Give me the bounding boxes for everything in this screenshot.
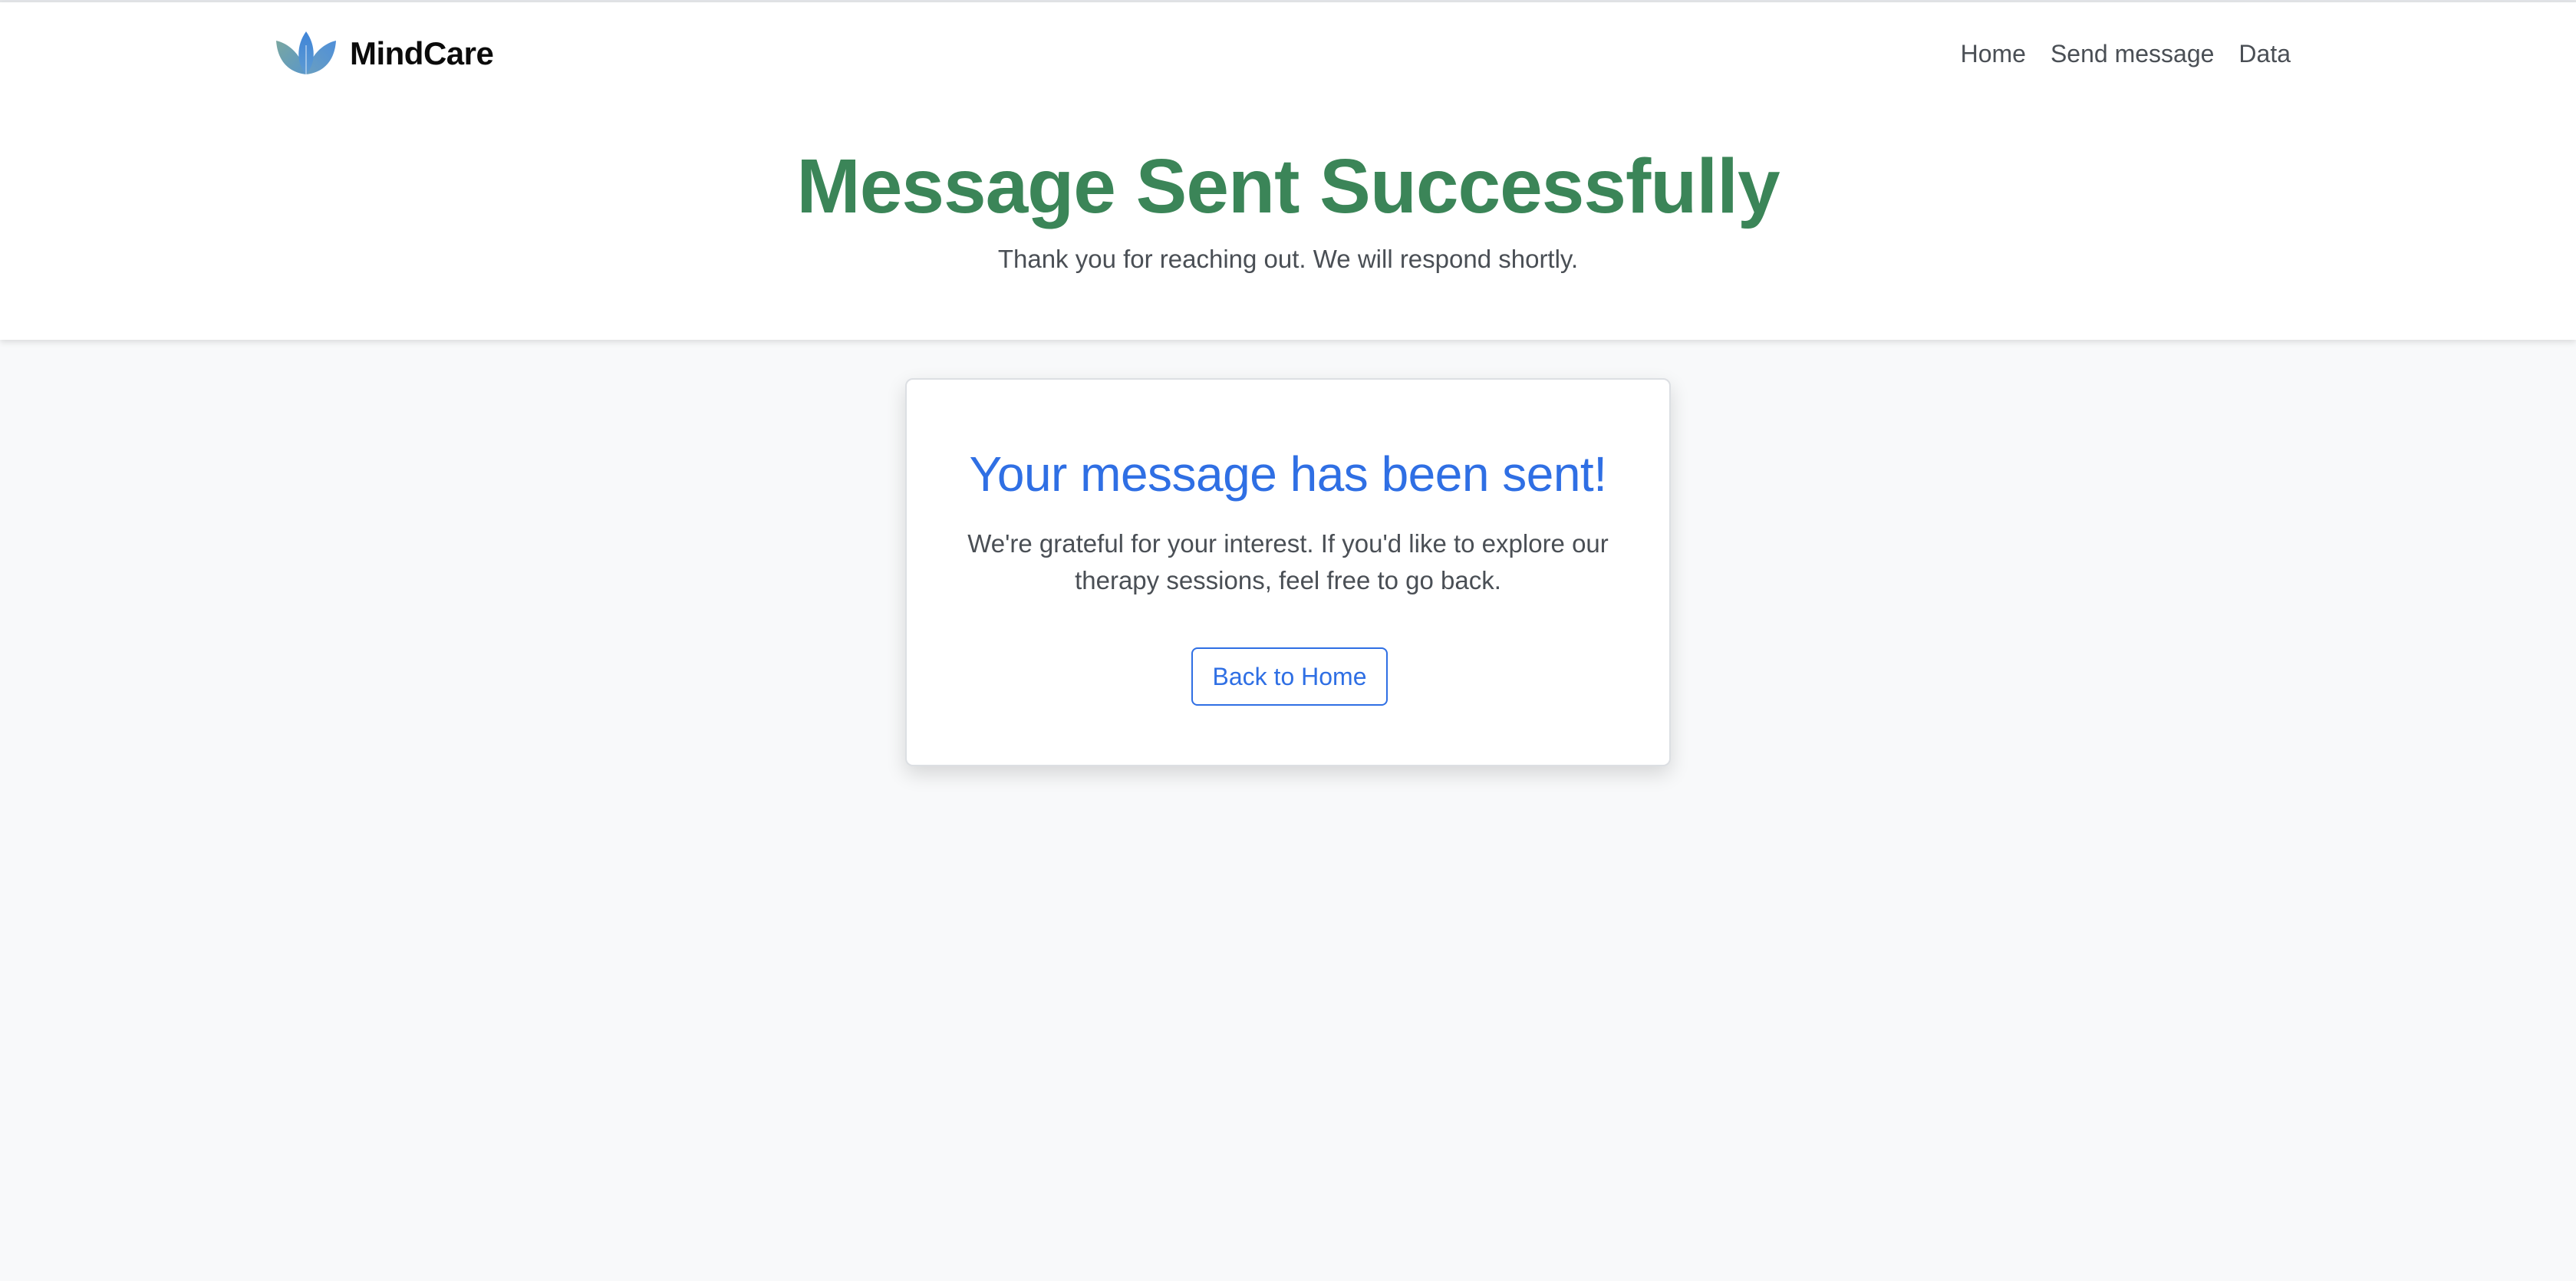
page-header: MindCare Home Send message Data Message … bbox=[0, 2, 2576, 340]
card-text: We're grateful for your interest. If you… bbox=[967, 529, 1609, 594]
nav-link-send-message[interactable]: Send message bbox=[2051, 28, 2214, 79]
brand-link[interactable]: MindCare bbox=[275, 28, 494, 79]
page-subtitle: Thank you for reaching out. We will resp… bbox=[997, 245, 1579, 273]
nav-link-home[interactable]: Home bbox=[1961, 28, 2026, 79]
back-to-home-button[interactable]: Back to Home bbox=[1191, 647, 1388, 706]
nav-link-data[interactable]: Data bbox=[2238, 28, 2291, 79]
lotus-icon bbox=[276, 31, 336, 74]
nav-links: Home Send message Data bbox=[1961, 28, 2291, 79]
page-title: Message Sent Successfully bbox=[796, 143, 1780, 229]
card-title: Your message has been sent! bbox=[969, 446, 1607, 502]
confirmation-card: Your message has been sent! We're gratef… bbox=[905, 378, 1671, 766]
brand-name: MindCare bbox=[350, 35, 494, 71]
navbar: MindCare Home Send message Data bbox=[0, 2, 2576, 107]
